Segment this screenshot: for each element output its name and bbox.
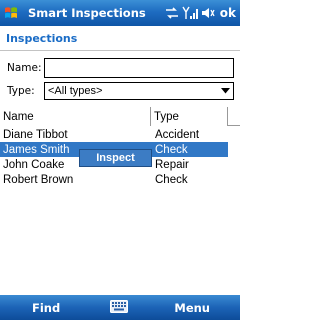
windows-start-icon[interactable] bbox=[0, 0, 22, 26]
column-header-name[interactable]: Name bbox=[0, 107, 151, 126]
page-header: Inspections bbox=[0, 26, 240, 51]
list-item-name: Diane Tibbot bbox=[3, 128, 68, 141]
list-item-type: Repair bbox=[155, 158, 189, 171]
signal-icon[interactable] bbox=[182, 6, 198, 20]
menu-softkey[interactable]: Menu bbox=[174, 301, 210, 315]
list-item[interactable]: Diane Tibbot Accident bbox=[0, 127, 228, 142]
title-bar: Smart Inspections ok bbox=[0, 0, 240, 26]
speaker-icon[interactable] bbox=[201, 7, 215, 19]
name-label: Name: bbox=[7, 62, 42, 74]
connectivity-icon[interactable] bbox=[165, 7, 179, 19]
inspections-list[interactable]: Name Type Diane Tibbot Accident James Sm… bbox=[0, 107, 240, 295]
type-dropdown[interactable]: <All types> bbox=[44, 82, 234, 100]
name-row: Name: bbox=[0, 58, 240, 78]
list-header: Name Type bbox=[0, 107, 240, 126]
list-item[interactable]: Robert Brown Check bbox=[0, 172, 228, 187]
list-item-type: Check bbox=[155, 143, 188, 156]
list-item-type: Check bbox=[155, 173, 188, 186]
window-title: Smart Inspections bbox=[28, 6, 146, 20]
type-dropdown-value: <All types> bbox=[48, 85, 103, 97]
inspect-button[interactable]: Inspect bbox=[79, 149, 152, 167]
list-item-type: Accident bbox=[155, 128, 200, 141]
type-row: Type: <All types> bbox=[0, 82, 240, 100]
name-input[interactable] bbox=[44, 58, 234, 78]
column-header-type[interactable]: Type bbox=[151, 107, 228, 126]
find-softkey[interactable]: Find bbox=[32, 301, 60, 315]
system-tray: ok bbox=[165, 0, 236, 26]
chevron-down-icon[interactable] bbox=[217, 83, 233, 99]
list-item-name: Robert Brown bbox=[3, 173, 74, 186]
type-label: Type: bbox=[7, 85, 35, 97]
page-title: Inspections bbox=[6, 31, 78, 45]
ok-button[interactable]: ok bbox=[220, 6, 236, 20]
keyboard-icon[interactable] bbox=[110, 300, 128, 316]
menu-bar: Find Menu bbox=[0, 295, 240, 320]
